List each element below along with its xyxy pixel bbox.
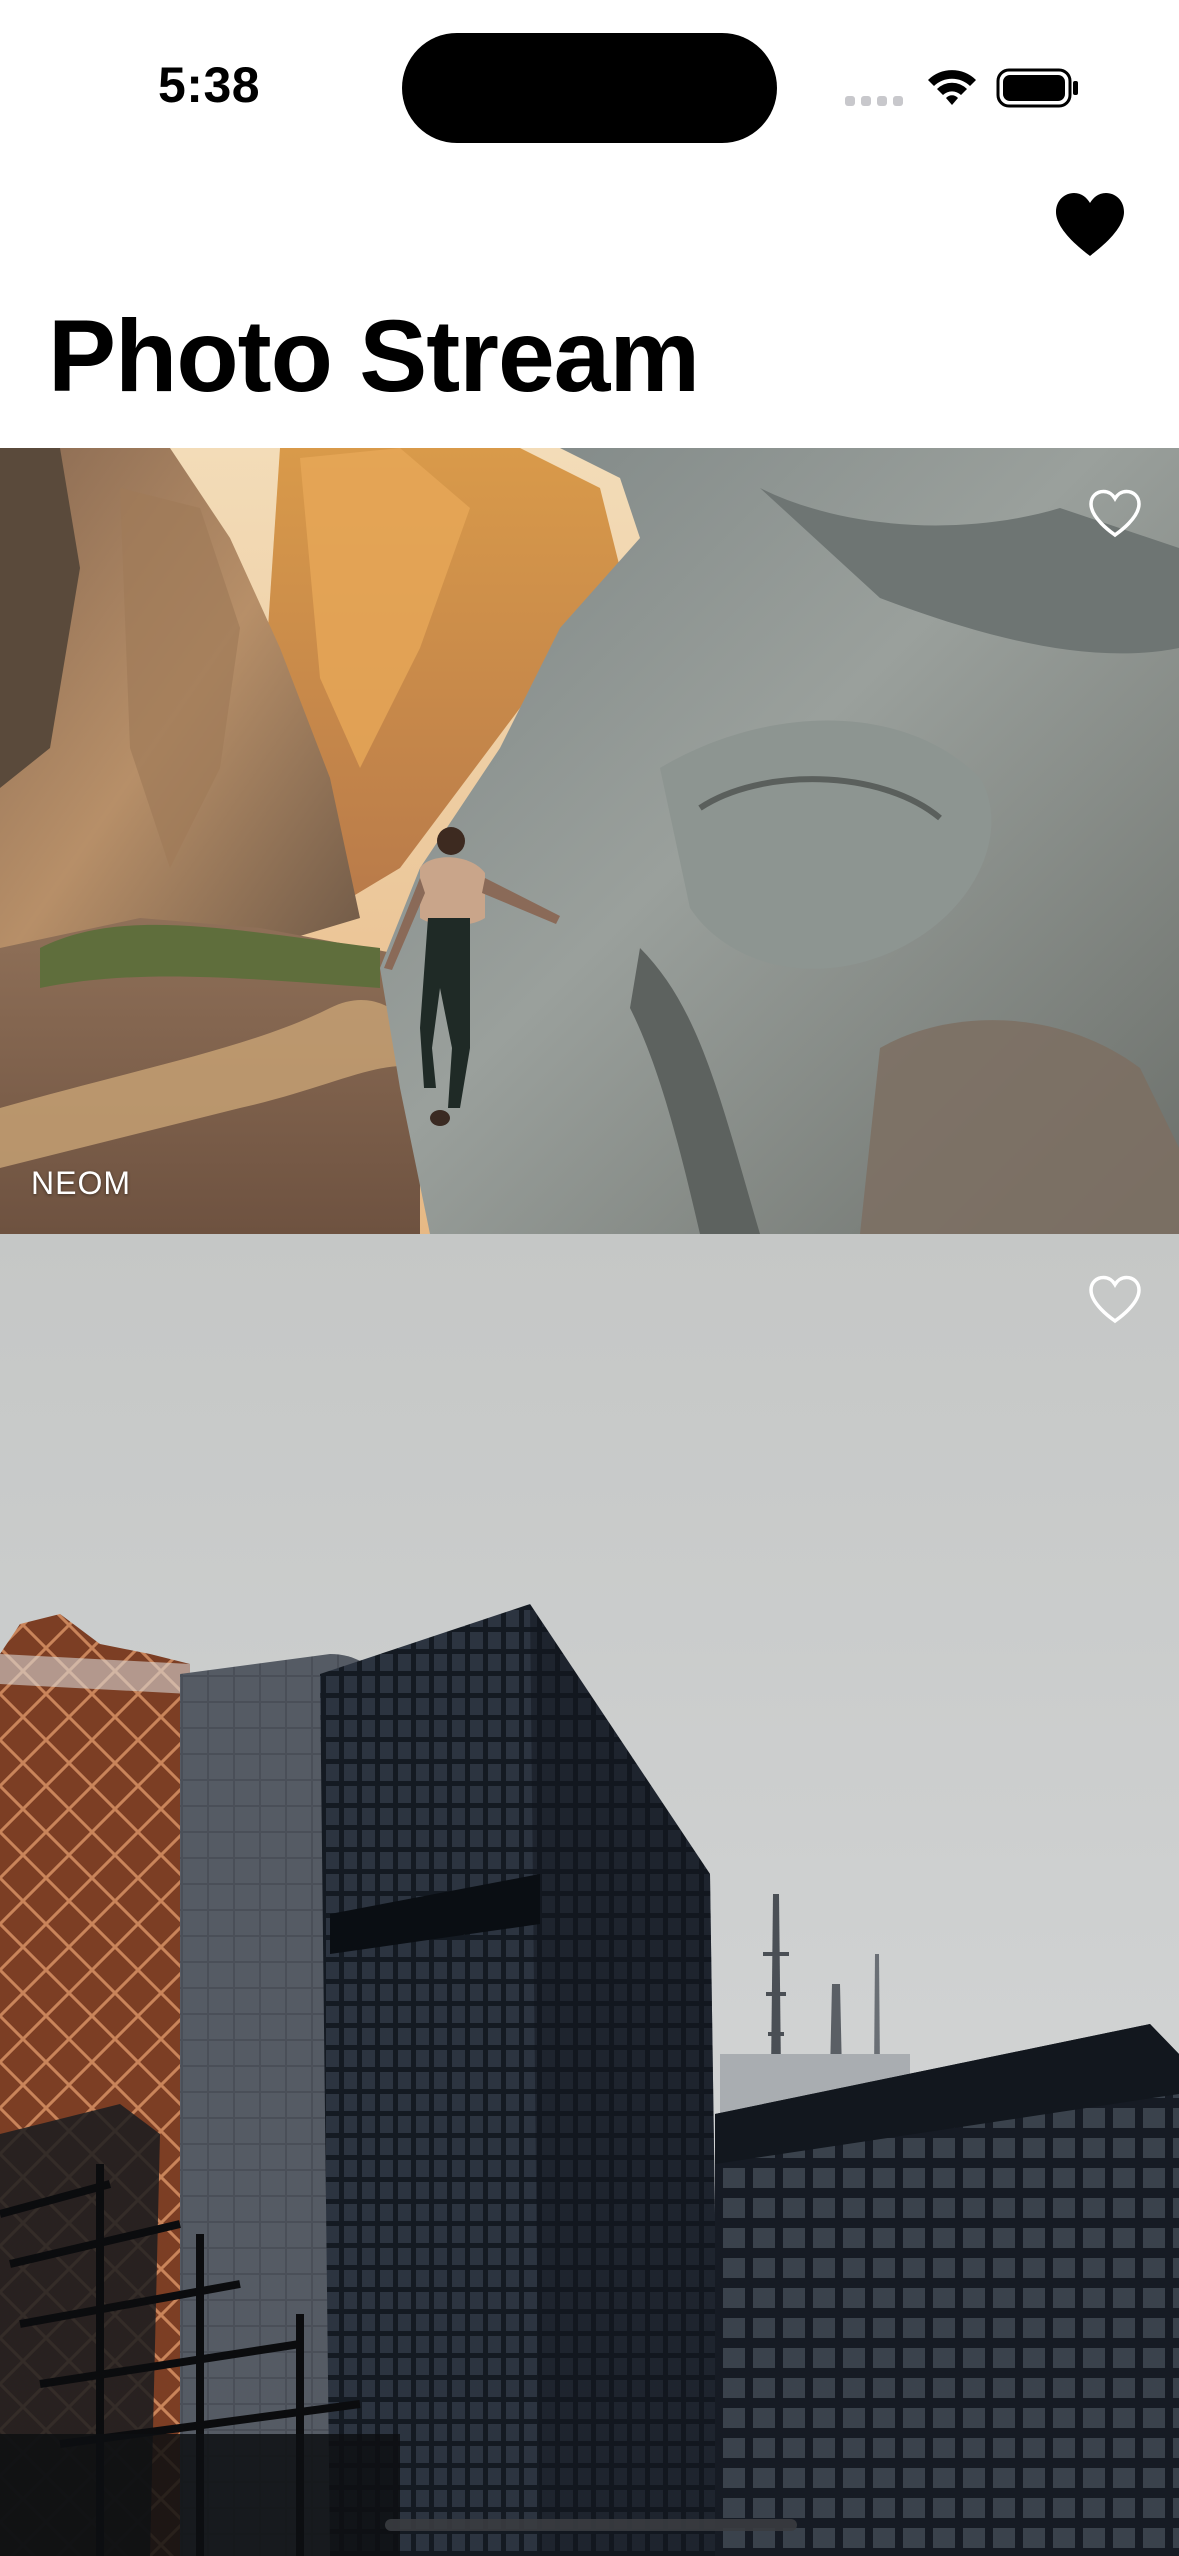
office-towers-photo [0, 1234, 1179, 2556]
heart-outline-icon[interactable] [1087, 1274, 1143, 1326]
favorites-heart-icon[interactable] [1052, 190, 1128, 260]
heart-outline-icon[interactable] [1087, 488, 1143, 540]
photo-card[interactable] [0, 1234, 1179, 2556]
status-time: 5:38 [158, 57, 261, 113]
wifi-icon [928, 70, 976, 105]
home-indicator[interactable] [385, 2519, 797, 2531]
photo-location-label: NEOM [31, 1165, 131, 1201]
dynamic-island [402, 33, 777, 143]
status-bar: 5:38 [0, 0, 1179, 170]
photo-feed[interactable]: NEOM [0, 448, 1179, 2556]
canyon-hiker-photo [0, 448, 1179, 1234]
page-title: Photo Stream [48, 299, 700, 413]
battery-icon [996, 68, 1078, 108]
cellular-signal-icon [845, 96, 903, 106]
photo-card[interactable]: NEOM [0, 448, 1179, 1234]
